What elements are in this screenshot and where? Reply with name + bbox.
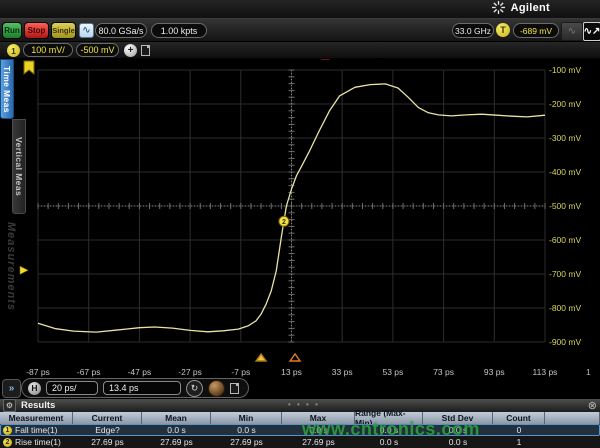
result-cell xyxy=(545,424,600,436)
result-cell: 1Fall time(1) xyxy=(0,424,73,436)
x-tick-label: -47 ps xyxy=(117,367,161,377)
measurement-badge: 2 xyxy=(3,438,12,447)
results-title: Results xyxy=(21,400,55,411)
x-tick-label: 13 ps xyxy=(270,367,314,377)
y-tick-label: -700 mV xyxy=(549,269,597,279)
marker-flag-icon[interactable] xyxy=(24,61,34,74)
x-tick-label: 93 ps xyxy=(472,367,516,377)
y-tick-label: -300 mV xyxy=(549,133,597,143)
results-panel: ⚙ Results • • • • ⊗ MeasurementCurrentMe… xyxy=(0,399,600,448)
results-column-header[interactable]: Mean xyxy=(142,412,211,424)
results-column-header[interactable]: Count xyxy=(493,412,545,424)
results-column-header[interactable]: Current xyxy=(73,412,142,424)
result-cell xyxy=(545,436,600,448)
timebase-scale-field[interactable]: 20 ps/ xyxy=(46,381,98,395)
edge-marker-filled[interactable] xyxy=(256,354,266,361)
close-icon[interactable]: ⊗ xyxy=(588,399,597,412)
results-column-header[interactable]: Measurement xyxy=(0,412,73,424)
run-button[interactable]: Run xyxy=(2,22,22,39)
brand: Agilent xyxy=(492,1,550,14)
horizontal-badge[interactable]: H xyxy=(28,382,41,395)
horizontal-toolbar: » H 20 ps/ 13.4 ps ↻ xyxy=(0,378,600,399)
y-tick-label: -200 mV xyxy=(549,99,597,109)
y-tick-label: -400 mV xyxy=(549,167,597,177)
y-tick-label: -800 mV xyxy=(549,303,597,313)
dial-icon[interactable] xyxy=(208,380,225,397)
starburst-icon xyxy=(492,1,505,14)
results-column-header[interactable] xyxy=(545,412,600,424)
result-cell: 0 xyxy=(493,424,545,436)
channel-offset-field[interactable]: -500 mV xyxy=(76,43,119,57)
trigger-badge[interactable]: T xyxy=(496,23,510,37)
bandwidth-field[interactable]: 33.0 GHz xyxy=(452,23,494,38)
x-tick-label: -7 ps xyxy=(219,367,263,377)
measurement-badge: 1 xyxy=(3,426,12,435)
stop-button[interactable]: Stop xyxy=(24,22,49,39)
x-tick-label: 53 ps xyxy=(371,367,415,377)
tab-time-meas[interactable]: Time Meas xyxy=(0,59,14,119)
brand-name: Agilent xyxy=(511,2,550,14)
zoom-mode-button[interactable]: ↻ xyxy=(186,380,203,397)
results-column-header[interactable]: Min xyxy=(211,412,282,424)
point-marker-label: 2 xyxy=(282,219,286,226)
timebase-position-field[interactable]: 13.4 ps xyxy=(103,381,181,395)
result-cell: 27.69 ps xyxy=(73,436,142,448)
x-tick-label: -87 ps xyxy=(16,367,60,377)
channel-row: 1 100 mV/ -500 mV + xyxy=(0,42,600,59)
channel-scale-field[interactable]: 100 mV/ xyxy=(23,43,73,57)
channel-indicator: 1 xyxy=(586,367,591,377)
result-row[interactable]: 1Fall time(1)Edge?0.0 s0.0 s0.0 s0.0 s0.… xyxy=(0,424,600,436)
gear-icon[interactable]: ⚙ xyxy=(3,399,16,412)
trigger-level-field[interactable]: -689 mV xyxy=(513,23,559,38)
results-title-bar: ⚙ Results • • • • ⊗ xyxy=(0,399,600,412)
edge-marker-hollow[interactable] xyxy=(290,354,300,361)
drag-handle-dots[interactable]: • • • • xyxy=(288,400,320,409)
new-window-icon[interactable] xyxy=(141,45,150,56)
y-tick-label: -100 mV xyxy=(549,65,597,75)
result-cell: 27.69 ps xyxy=(211,436,282,448)
add-channel-button[interactable]: + xyxy=(124,44,137,57)
expand-panel-button[interactable]: » xyxy=(2,379,21,398)
result-cell: 0.0 s xyxy=(211,424,282,436)
oscilloscope-screen: Agilent Run Stop Single ∿ 80.0 GSa/s 1.0… xyxy=(0,0,600,448)
x-tick-label: -67 ps xyxy=(67,367,111,377)
brand-bar: Agilent xyxy=(0,0,600,18)
result-cell: Edge? xyxy=(73,424,142,436)
trigger-level-arrow[interactable] xyxy=(20,266,28,274)
y-tick-label: -900 mV xyxy=(549,337,597,347)
site-watermark: www.cntronics.com xyxy=(302,419,480,440)
result-cell: 0.0 s xyxy=(142,424,211,436)
memory-depth-field[interactable]: 1.00 kpts xyxy=(151,23,207,38)
touch-mode-icon[interactable]: ∿ xyxy=(79,23,94,38)
result-cell: 27.69 ps xyxy=(142,436,211,448)
result-cell: 2Rise time(1) xyxy=(0,436,73,448)
x-tick-label: -27 ps xyxy=(168,367,212,377)
results-header-row: MeasurementCurrentMeanMinMaxRange (Max-M… xyxy=(0,412,600,424)
measurements-watermark: Measurements xyxy=(5,222,17,357)
window-icon[interactable] xyxy=(230,383,239,394)
y-tick-label: -500 mV xyxy=(549,201,597,211)
x-tick-label: 73 ps xyxy=(422,367,466,377)
tab-vertical-meas[interactable]: Vertical Meas xyxy=(12,119,26,214)
sample-rate-field[interactable]: 80.0 GSa/s xyxy=(95,23,147,38)
waveform-plot[interactable]: 2 xyxy=(28,58,545,368)
single-button[interactable]: Single xyxy=(51,22,76,39)
acquisition-toolbar: Run Stop Single ∿ 80.0 GSa/s 1.00 kpts 3… xyxy=(0,18,600,42)
autoscale-waveform-icon[interactable]: ∿↗ xyxy=(583,22,600,41)
x-tick-label: 33 ps xyxy=(320,367,364,377)
x-tick-label: 113 ps xyxy=(523,367,567,377)
channel-1-badge[interactable]: 1 xyxy=(7,44,20,57)
result-cell: 1 xyxy=(493,436,545,448)
thumbnail-display-icon[interactable]: ∿ xyxy=(561,22,583,41)
y-tick-label: -600 mV xyxy=(549,235,597,245)
result-row[interactable]: 2Rise time(1)27.69 ps27.69 ps27.69 ps27.… xyxy=(0,436,600,448)
horizontal-controls: H 20 ps/ 13.4 ps ↻ xyxy=(21,378,249,398)
